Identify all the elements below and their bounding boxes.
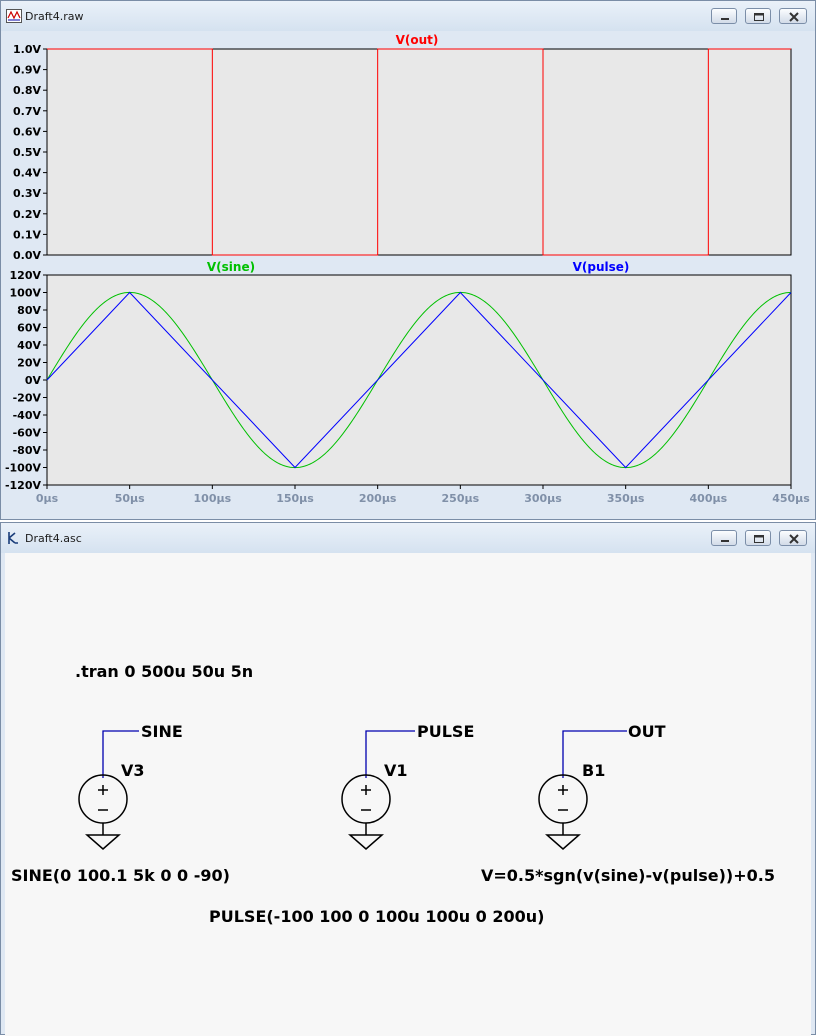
x-tick-label: 300µs xyxy=(524,492,562,505)
y-tick-label: -40V xyxy=(13,409,42,422)
x-tick-label: 450µs xyxy=(772,492,810,505)
waveform-titlebar[interactable]: Draft4.raw xyxy=(1,1,815,31)
waveform-window[interactable]: Draft4.raw 1.0V 0.9V 0.8V 0.7V 0.6V 0.5V 0.4V 0… xyxy=(0,0,816,520)
schematic-titlebar[interactable]: Draft4.asc xyxy=(1,523,815,553)
net-label-sine[interactable]: SINE xyxy=(141,722,183,741)
close-button[interactable] xyxy=(779,530,807,546)
x-tick-label: 150µs xyxy=(276,492,314,505)
y-tick-label: 80V xyxy=(17,304,41,317)
y-tick-label: 40V xyxy=(17,339,41,352)
y-tick-label: 0.8V xyxy=(13,84,41,97)
vout-y-axis: 1.0V 0.9V 0.8V 0.7V 0.6V 0.5V 0.4V 0.3V 0.2V 0.1V… xyxy=(13,43,47,262)
y-tick-label: -20V xyxy=(13,392,42,405)
component-value-b1[interactable]: V=0.5*sgn(v(sine)-v(pulse))+0.5 xyxy=(481,866,775,885)
component-value-v3[interactable]: SINE(0 100.1 5k 0 0 -90) xyxy=(11,866,230,885)
net-label-out[interactable]: OUT xyxy=(628,722,666,741)
x-tick-label: 50µs xyxy=(115,492,145,505)
schematic-drawing xyxy=(78,730,627,850)
component-name-v1[interactable]: V1 xyxy=(384,761,408,780)
component-name-v3[interactable]: V3 xyxy=(121,761,145,780)
maximize-button[interactable] xyxy=(745,530,771,546)
time-x-axis: 0µs 50µs 100µs 150µs 200µs 250µs 300µs 350µs 400… xyxy=(36,485,810,505)
maximize-icon xyxy=(754,535,764,543)
schematic-canvas[interactable]: .tran 0 500u 50u 5n SINE PULSE OUT V3 V1… xyxy=(5,553,811,1036)
y-tick-label: 0.3V xyxy=(13,187,41,200)
tran-directive[interactable]: .tran 0 500u 50u 5n xyxy=(75,662,253,681)
schematic-window[interactable]: Draft4.asc .tran 0 500u 50u 5n SINE PULS… xyxy=(0,522,816,1036)
y-tick-label: 0.5V xyxy=(13,146,41,159)
vout-trace-label[interactable]: V(out) xyxy=(396,33,439,47)
y-tick-label: 100V xyxy=(10,287,42,300)
minimize-icon xyxy=(721,540,729,542)
sine-pulse-pane[interactable] xyxy=(46,274,792,486)
close-button[interactable] xyxy=(779,8,807,24)
component-value-v1[interactable]: PULSE(-100 100 0 100u 100u 0 200u) xyxy=(209,907,544,926)
waveform-window-title: Draft4.raw xyxy=(25,10,84,23)
vpulse-trace-label[interactable]: V(pulse) xyxy=(573,260,630,274)
y-tick-label: 20V xyxy=(17,357,41,370)
ground-icon xyxy=(348,834,384,850)
ground-icon xyxy=(545,834,581,850)
vout-pane[interactable] xyxy=(46,48,792,256)
sine-pulse-y-axis: 120V 100V 80V 60V 40V 20V 0V -20V -40V -60V -80V -1… xyxy=(5,269,47,492)
y-tick-label: -100V xyxy=(5,462,41,475)
waveform-icon xyxy=(6,9,22,23)
plot-area[interactable]: 1.0V 0.9V 0.8V 0.7V 0.6V 0.5V 0.4V 0.3V 0.2V 0.1V… xyxy=(5,31,811,515)
ground-icon xyxy=(85,834,121,850)
behavioral-source-b1[interactable] xyxy=(538,730,627,850)
close-icon xyxy=(789,534,799,544)
x-tick-label: 250µs xyxy=(442,492,480,505)
y-tick-label: 1.0V xyxy=(13,43,41,56)
y-tick-label: 0.0V xyxy=(13,249,41,262)
y-tick-label: 0.9V xyxy=(13,64,41,77)
schematic-icon xyxy=(8,532,18,544)
y-tick-label: 0V xyxy=(25,374,42,387)
y-tick-label: 0.1V xyxy=(13,228,41,241)
maximize-icon xyxy=(754,13,764,21)
component-name-b1[interactable]: B1 xyxy=(582,761,605,780)
maximize-button[interactable] xyxy=(745,8,771,24)
net-label-pulse[interactable]: PULSE xyxy=(417,722,474,741)
voltage-source-v3[interactable] xyxy=(78,730,139,850)
x-tick-label: 100µs xyxy=(194,492,232,505)
x-tick-label: 200µs xyxy=(359,492,397,505)
x-tick-label: 0µs xyxy=(36,492,59,505)
y-tick-label: 0.6V xyxy=(13,125,41,138)
voltage-source-v1[interactable] xyxy=(341,730,415,850)
minimize-button[interactable] xyxy=(711,530,737,546)
x-tick-label: 350µs xyxy=(607,492,645,505)
minimize-icon xyxy=(721,18,729,20)
y-tick-label: -80V xyxy=(13,444,42,457)
minimize-button[interactable] xyxy=(711,8,737,24)
y-tick-label: -120V xyxy=(5,479,41,492)
y-tick-label: 0.7V xyxy=(13,105,41,118)
y-tick-label: 0.4V xyxy=(13,167,41,180)
x-tick-label: 400µs xyxy=(690,492,728,505)
y-tick-label: -60V xyxy=(13,427,42,440)
y-tick-label: 60V xyxy=(17,322,41,335)
schematic-window-title: Draft4.asc xyxy=(25,532,82,545)
close-icon xyxy=(789,12,799,22)
vsine-trace-label[interactable]: V(sine) xyxy=(207,260,255,274)
plot-canvas[interactable]: 1.0V 0.9V 0.8V 0.7V 0.6V 0.5V 0.4V 0.3V 0.2V 0.1V… xyxy=(5,31,811,515)
y-tick-label: 120V xyxy=(10,269,42,282)
y-tick-label: 0.2V xyxy=(13,208,41,221)
